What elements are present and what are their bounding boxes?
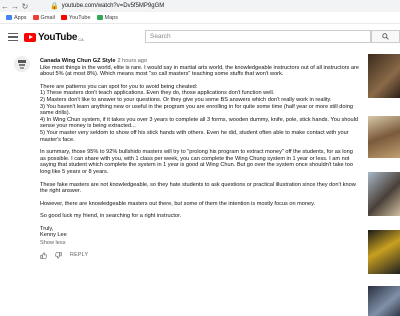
maps-icon <box>96 15 103 20</box>
video-thumbnail[interactable] <box>368 230 400 274</box>
comment-body: Canada Wing Chun GZ Style 2 hours ago Lik… <box>40 58 360 259</box>
comment-paragraph: Like most things in the world, elite is … <box>40 64 359 78</box>
thumbs-up-icon[interactable] <box>40 252 47 259</box>
related-videos-strip <box>368 54 400 316</box>
comment-author[interactable]: Canada Wing Chun GZ Style <box>40 58 115 64</box>
avatar-logo-icon <box>14 56 30 72</box>
search-input[interactable]: Search <box>145 30 371 43</box>
comment-paragraph: However, there are knowledgeable masters… <box>40 200 316 207</box>
bookmarks-bar: Apps Gmail YouTube Maps <box>0 12 400 24</box>
comment-paragraph: 3) You haven't learn anything new or use… <box>40 103 353 117</box>
comment-paragraph: 2) Masters don't like to answer to your … <box>40 96 332 103</box>
video-thumbnail[interactable] <box>368 172 400 216</box>
search-icon <box>382 33 389 40</box>
logo-text: YouTube <box>38 31 78 43</box>
bookmark-maps[interactable]: Maps <box>96 14 118 21</box>
bookmark-youtube[interactable]: YouTube <box>60 14 91 21</box>
bookmark-label: Maps <box>104 14 118 21</box>
comment-paragraph: 5) Your master very seldom to show off h… <box>40 129 349 143</box>
video-thumbnail[interactable] <box>368 286 400 316</box>
reload-icon[interactable]: ↻ <box>20 2 30 11</box>
menu-icon[interactable] <box>8 33 18 41</box>
comment-paragraph: There are patterns you can spot for you … <box>40 83 198 90</box>
comment-paragraph: 1) These masters don't teach application… <box>40 90 275 97</box>
comment-signature: Kenny Lee <box>40 232 67 239</box>
logo-country: CA <box>78 36 84 42</box>
thumbs-down-icon[interactable] <box>55 251 62 259</box>
bookmark-apps[interactable]: Apps <box>6 15 27 21</box>
gmail-icon <box>32 15 39 20</box>
bookmark-label: Gmail <box>40 14 55 21</box>
comment-paragraph: So good luck my friend, in searching for… <box>40 213 182 220</box>
comment-time[interactable]: 2 hours ago <box>117 58 147 64</box>
back-arrow-icon[interactable]: ← <box>0 2 10 11</box>
comment-signoff: Truly, <box>40 225 54 232</box>
comment-header: Canada Wing Chun GZ Style 2 hours ago <box>40 58 360 65</box>
video-thumbnail[interactable] <box>368 116 400 158</box>
bookmark-gmail[interactable]: Gmail <box>32 14 55 21</box>
comment-paragraph: 4) In Wing Chun system, if it takes you … <box>40 116 358 130</box>
youtube-icon <box>60 15 67 20</box>
reply-button[interactable]: REPLY <box>70 252 88 259</box>
youtube-logo[interactable]: YouTube CA <box>24 32 84 43</box>
lock-icon: 🔒 <box>50 3 59 10</box>
avatar[interactable] <box>14 56 30 72</box>
bookmark-label: YouTube <box>68 14 91 21</box>
search-button[interactable] <box>371 30 400 43</box>
apps-icon <box>6 15 12 20</box>
show-less-link[interactable]: Show less <box>40 240 360 247</box>
video-thumbnail[interactable] <box>368 54 400 98</box>
forward-arrow-icon[interactable]: → <box>10 2 20 11</box>
bookmark-label: Apps <box>14 14 27 21</box>
url-text[interactable]: youtube.com/watch?v=Dv5f5MP9gGM <box>62 3 165 9</box>
comment-actions: REPLY <box>40 251 360 259</box>
comment-paragraph: These fake masters are not knowledgeable… <box>40 181 356 195</box>
youtube-play-icon <box>24 32 36 42</box>
comment-paragraph: In summary, those 95% to 92% bullshido m… <box>40 149 353 175</box>
